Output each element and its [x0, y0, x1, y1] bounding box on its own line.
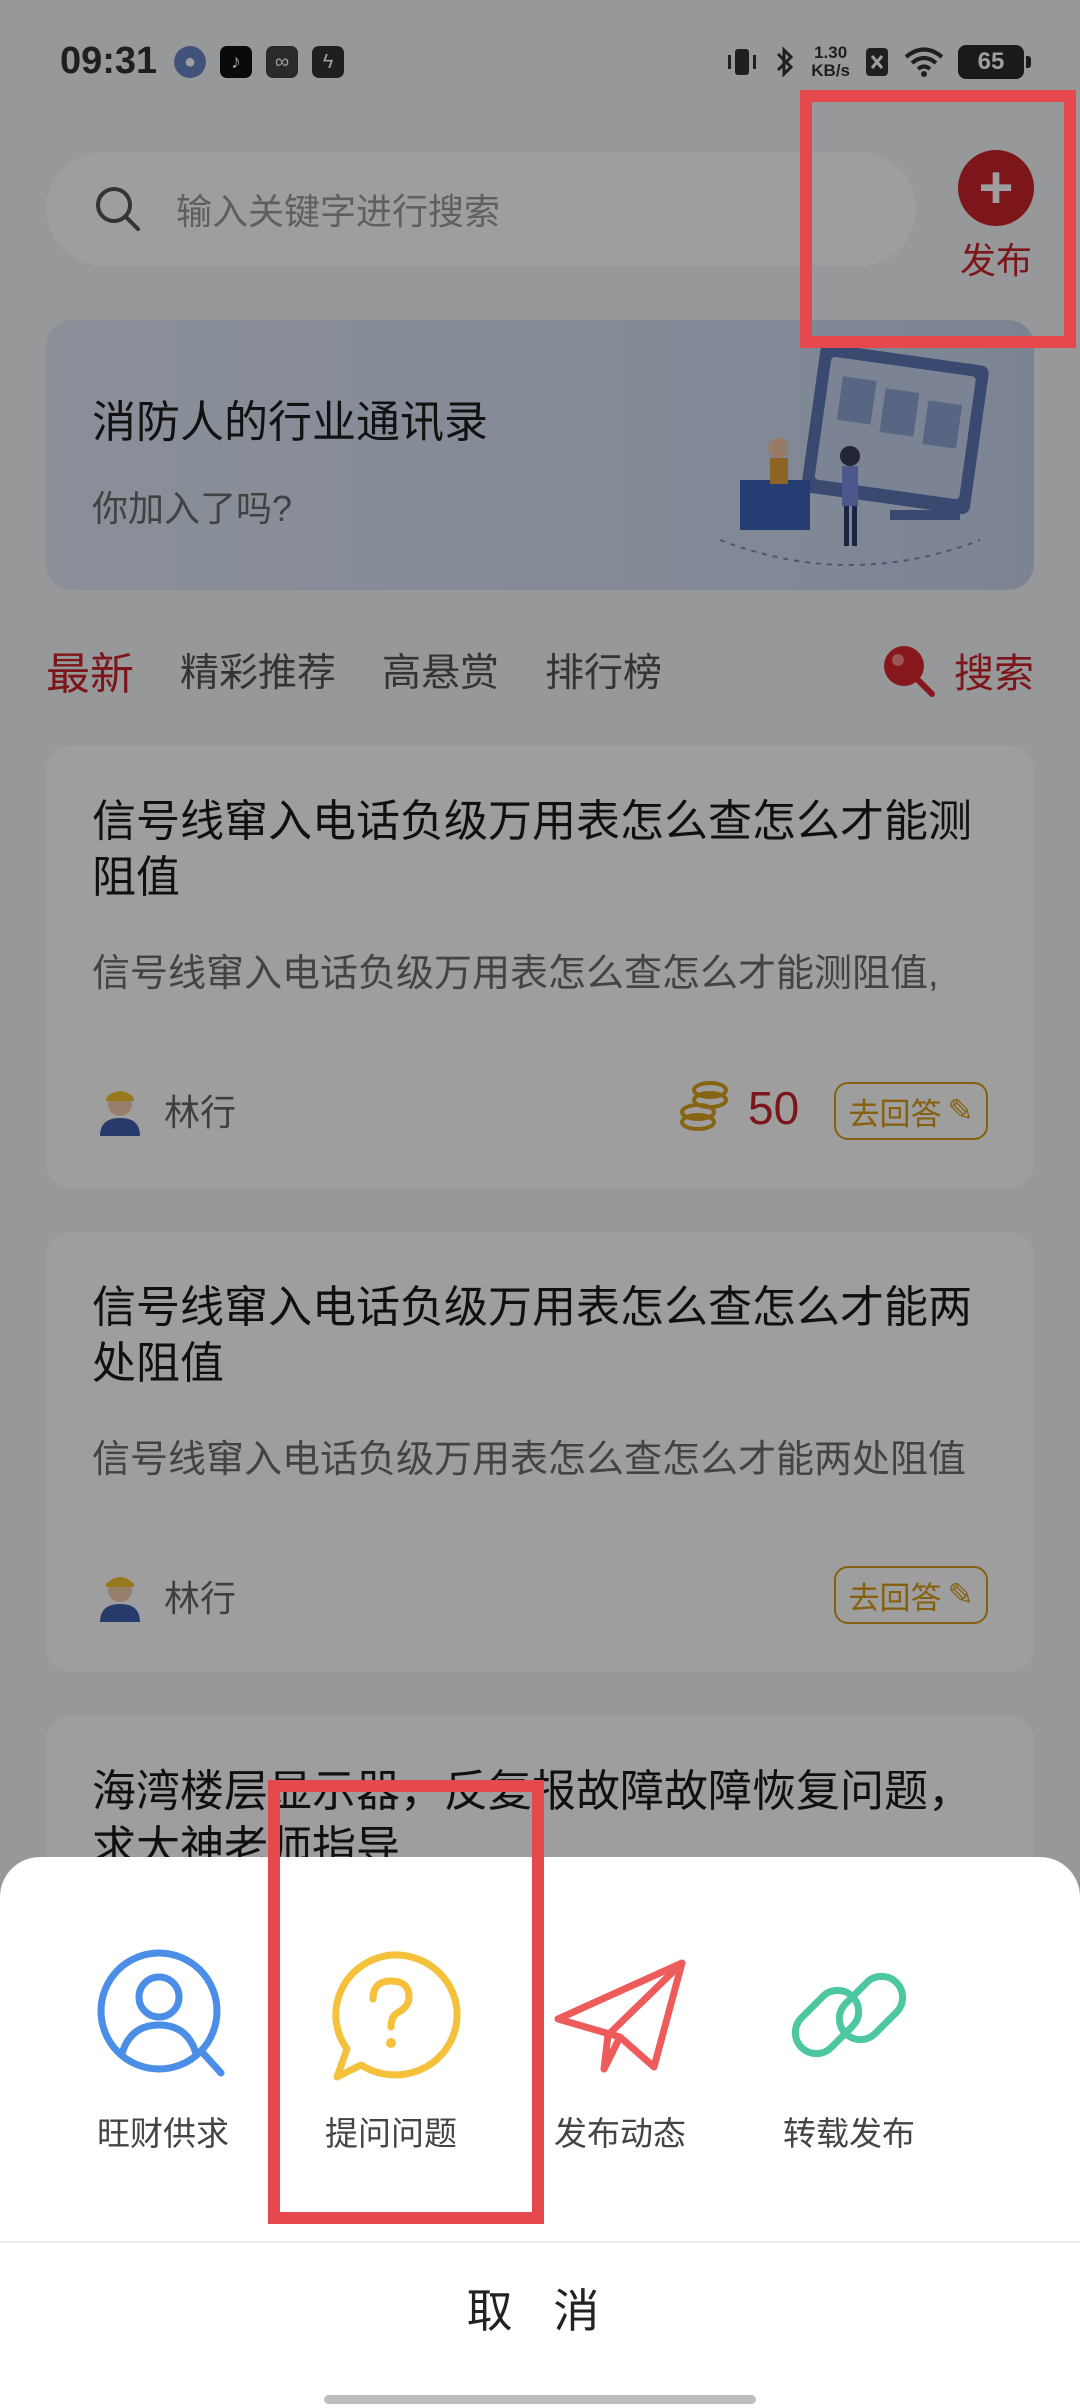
cancel-button[interactable]: 取 消: [0, 2243, 1080, 2373]
link-icon: [791, 1972, 907, 2058]
option-post-update[interactable]: 发布动态: [520, 1945, 720, 2155]
home-indicator[interactable]: [324, 2395, 756, 2404]
user-search-icon: [97, 1949, 225, 2077]
option-repost[interactable]: 转载发布: [749, 1945, 949, 2155]
highlight-publish-button: [800, 90, 1076, 348]
option-label: 旺财供求: [97, 2115, 229, 2152]
option-label: 发布动态: [554, 2115, 686, 2152]
option-supply-demand[interactable]: 旺财供求: [63, 1945, 263, 2155]
paper-plane-icon: [554, 1959, 686, 2073]
option-label: 转载发布: [783, 2115, 915, 2152]
highlight-ask-question: [268, 1780, 544, 2224]
